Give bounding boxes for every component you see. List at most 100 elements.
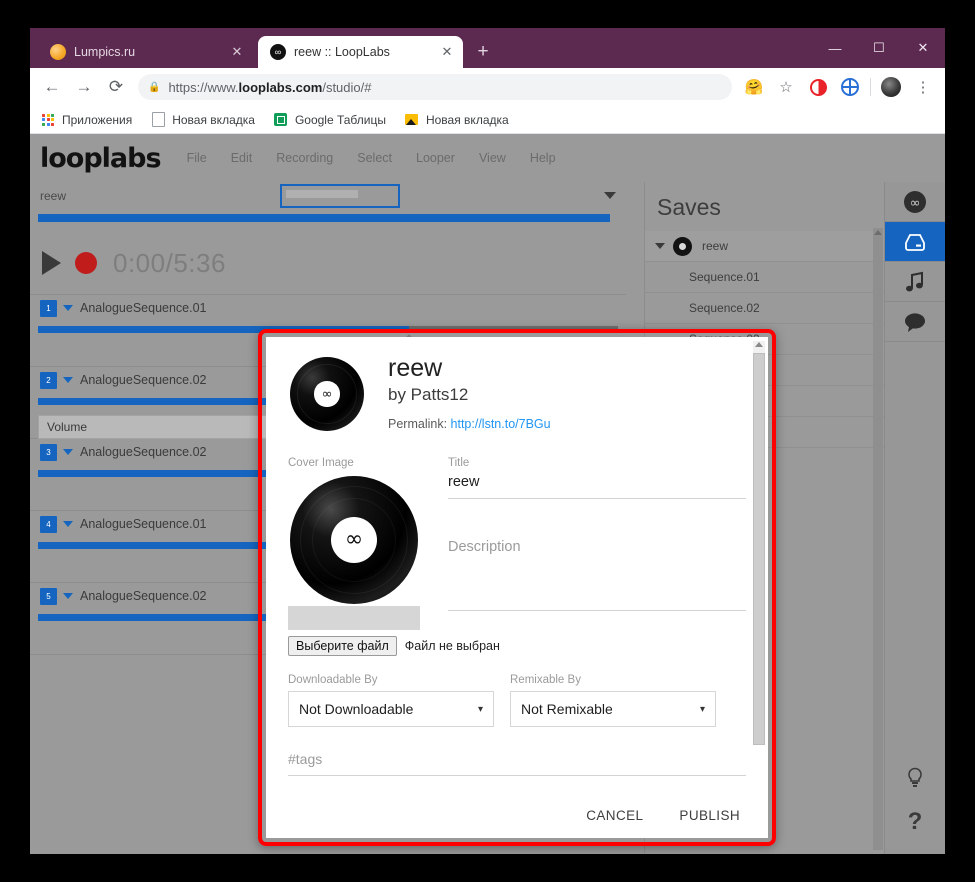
browser-toolbar: ← → ⟳ 🔒 https://www.looplabs.com/studio/… (30, 68, 945, 106)
close-window-button[interactable]: ✕ (901, 28, 945, 68)
track-name: AnalogueSequence.01 (80, 517, 207, 531)
track-header: 1 AnalogueSequence.01 (30, 295, 626, 321)
rail-item-saves[interactable] (885, 222, 945, 262)
track-number: 5 (40, 588, 57, 605)
highlight-annotation (258, 329, 776, 846)
orange-circle-icon (50, 44, 66, 60)
chevron-down-icon[interactable] (655, 243, 665, 249)
chevron-down-icon[interactable] (604, 192, 616, 199)
page-icon (150, 112, 166, 128)
saves-title: Saves (645, 182, 885, 231)
bookmarks-bar: Приложения Новая вкладка Google Таблицы … (30, 106, 945, 134)
menu-item-recording[interactable]: Recording (276, 151, 333, 165)
app-menubar: looplabs File Edit Recording Select Loop… (30, 134, 945, 182)
scroll-up-icon[interactable] (874, 230, 882, 235)
saves-list-item[interactable]: Sequence.02 (645, 293, 885, 324)
looplabs-infinity-icon: ∞ (270, 44, 286, 60)
translate-icon[interactable]: 🤗 (738, 71, 770, 103)
saves-root-row[interactable]: reew (645, 231, 885, 262)
transport-controls: 0:00/5:36 (30, 232, 626, 295)
window-controls: — ☐ ✕ (813, 28, 945, 68)
svg-text:∞: ∞ (910, 196, 921, 211)
bookmark-label: Новая вкладка (426, 113, 509, 127)
timeline-header (252, 182, 626, 210)
track-name: AnalogueSequence.02 (80, 445, 207, 459)
bookmark-star-icon[interactable]: ☆ (770, 71, 802, 103)
browser-tab-looplabs[interactable]: ∞ reew :: LoopLabs ✕ (258, 36, 463, 68)
bookmark-label: Google Таблицы (295, 113, 386, 127)
browser-tab-lumpics[interactable]: Lumpics.ru ✕ (38, 36, 253, 68)
toolbar-divider (870, 78, 871, 96)
lock-icon: 🔒 (148, 82, 160, 93)
rail-item-sounds[interactable] (885, 262, 945, 302)
new-tab-button[interactable]: + (472, 42, 494, 64)
apps-grid-icon (40, 112, 56, 128)
rail-item-tips[interactable] (885, 756, 945, 800)
rail-item-help[interactable]: ? (885, 800, 945, 844)
play-icon[interactable] (42, 251, 61, 275)
browser-titlebar: Lumpics.ru ✕ ∞ reew :: LoopLabs ✕ + — ☐ … (30, 28, 945, 68)
track-name: AnalogueSequence.02 (80, 589, 207, 603)
looplabs-infinity-icon: ∞ (903, 190, 927, 214)
menu-item-edit[interactable]: Edit (231, 151, 253, 165)
time-display: 0:00/5:36 (113, 248, 226, 279)
chevron-down-icon[interactable] (63, 305, 73, 311)
address-bar[interactable]: 🔒 https://www.looplabs.com/studio/# (138, 74, 732, 100)
disc-icon (673, 237, 692, 256)
saves-list-item[interactable]: Sequence.01 (645, 262, 885, 293)
rail-bottom-group: ? (885, 756, 945, 844)
lightbulb-icon (905, 766, 925, 790)
bookmark-google-sheets[interactable]: Google Таблицы (273, 112, 386, 128)
google-sheets-icon (273, 112, 289, 128)
bookmark-new-tab-2[interactable]: Новая вкладка (404, 112, 509, 128)
track-name: AnalogueSequence.02 (80, 373, 207, 387)
menu-item-file[interactable]: File (187, 151, 207, 165)
save-name: Sequence.01 (689, 270, 760, 284)
looplabs-logo[interactable]: looplabs (40, 143, 161, 174)
toolbar-actions: 🤗 ☆ ⋮ (738, 71, 939, 103)
chrome-menu-icon[interactable]: ⋮ (907, 71, 939, 103)
extension-globe-icon[interactable] (834, 71, 866, 103)
app-menu: File Edit Recording Select Looper View H… (187, 151, 580, 165)
chevron-down-icon[interactable] (63, 449, 73, 455)
rail-item-chat[interactable] (885, 302, 945, 342)
track-number: 3 (40, 444, 57, 461)
reload-icon[interactable]: ⟳ (100, 71, 132, 103)
extension-opera-icon[interactable] (802, 71, 834, 103)
menu-item-help[interactable]: Help (530, 151, 556, 165)
tab-title: Lumpics.ru (74, 45, 229, 59)
bookmark-new-tab-1[interactable]: Новая вкладка (150, 112, 255, 128)
maximize-button[interactable]: ☐ (857, 28, 901, 68)
forward-icon[interactable]: → (68, 71, 100, 103)
question-mark-icon: ? (908, 808, 923, 836)
minimize-button[interactable]: — (813, 28, 857, 68)
browser-window: Lumpics.ru ✕ ∞ reew :: LoopLabs ✕ + — ☐ … (30, 28, 945, 854)
menu-item-view[interactable]: View (479, 151, 506, 165)
menu-item-select[interactable]: Select (357, 151, 392, 165)
right-rail: ∞ (884, 182, 945, 854)
bookmark-apps[interactable]: Приложения (40, 112, 132, 128)
chevron-down-icon[interactable] (63, 593, 73, 599)
bookmark-label: Новая вкладка (172, 113, 255, 127)
chevron-down-icon[interactable] (63, 377, 73, 383)
avatar[interactable] (881, 77, 901, 97)
track-number: 4 (40, 516, 57, 533)
save-disk-icon (902, 231, 928, 253)
close-icon[interactable]: ✕ (229, 44, 245, 60)
selected-clip[interactable] (280, 184, 400, 208)
saves-scrollbar[interactable] (873, 228, 883, 850)
menu-item-looper[interactable]: Looper (416, 151, 455, 165)
music-note-icon (904, 270, 926, 294)
tab-title: reew :: LoopLabs (294, 45, 439, 59)
record-icon[interactable] (75, 252, 97, 274)
rail-item-looplabs[interactable]: ∞ (885, 182, 945, 222)
chat-bubble-icon (903, 311, 927, 333)
track-name: AnalogueSequence.01 (80, 301, 207, 315)
image-icon (404, 112, 420, 128)
back-icon[interactable]: ← (36, 71, 68, 103)
master-progress[interactable] (30, 210, 626, 232)
chevron-down-icon[interactable] (63, 521, 73, 527)
close-icon[interactable]: ✕ (439, 44, 455, 60)
save-name: reew (702, 239, 728, 253)
page-viewport: looplabs File Edit Recording Select Loop… (30, 134, 945, 854)
